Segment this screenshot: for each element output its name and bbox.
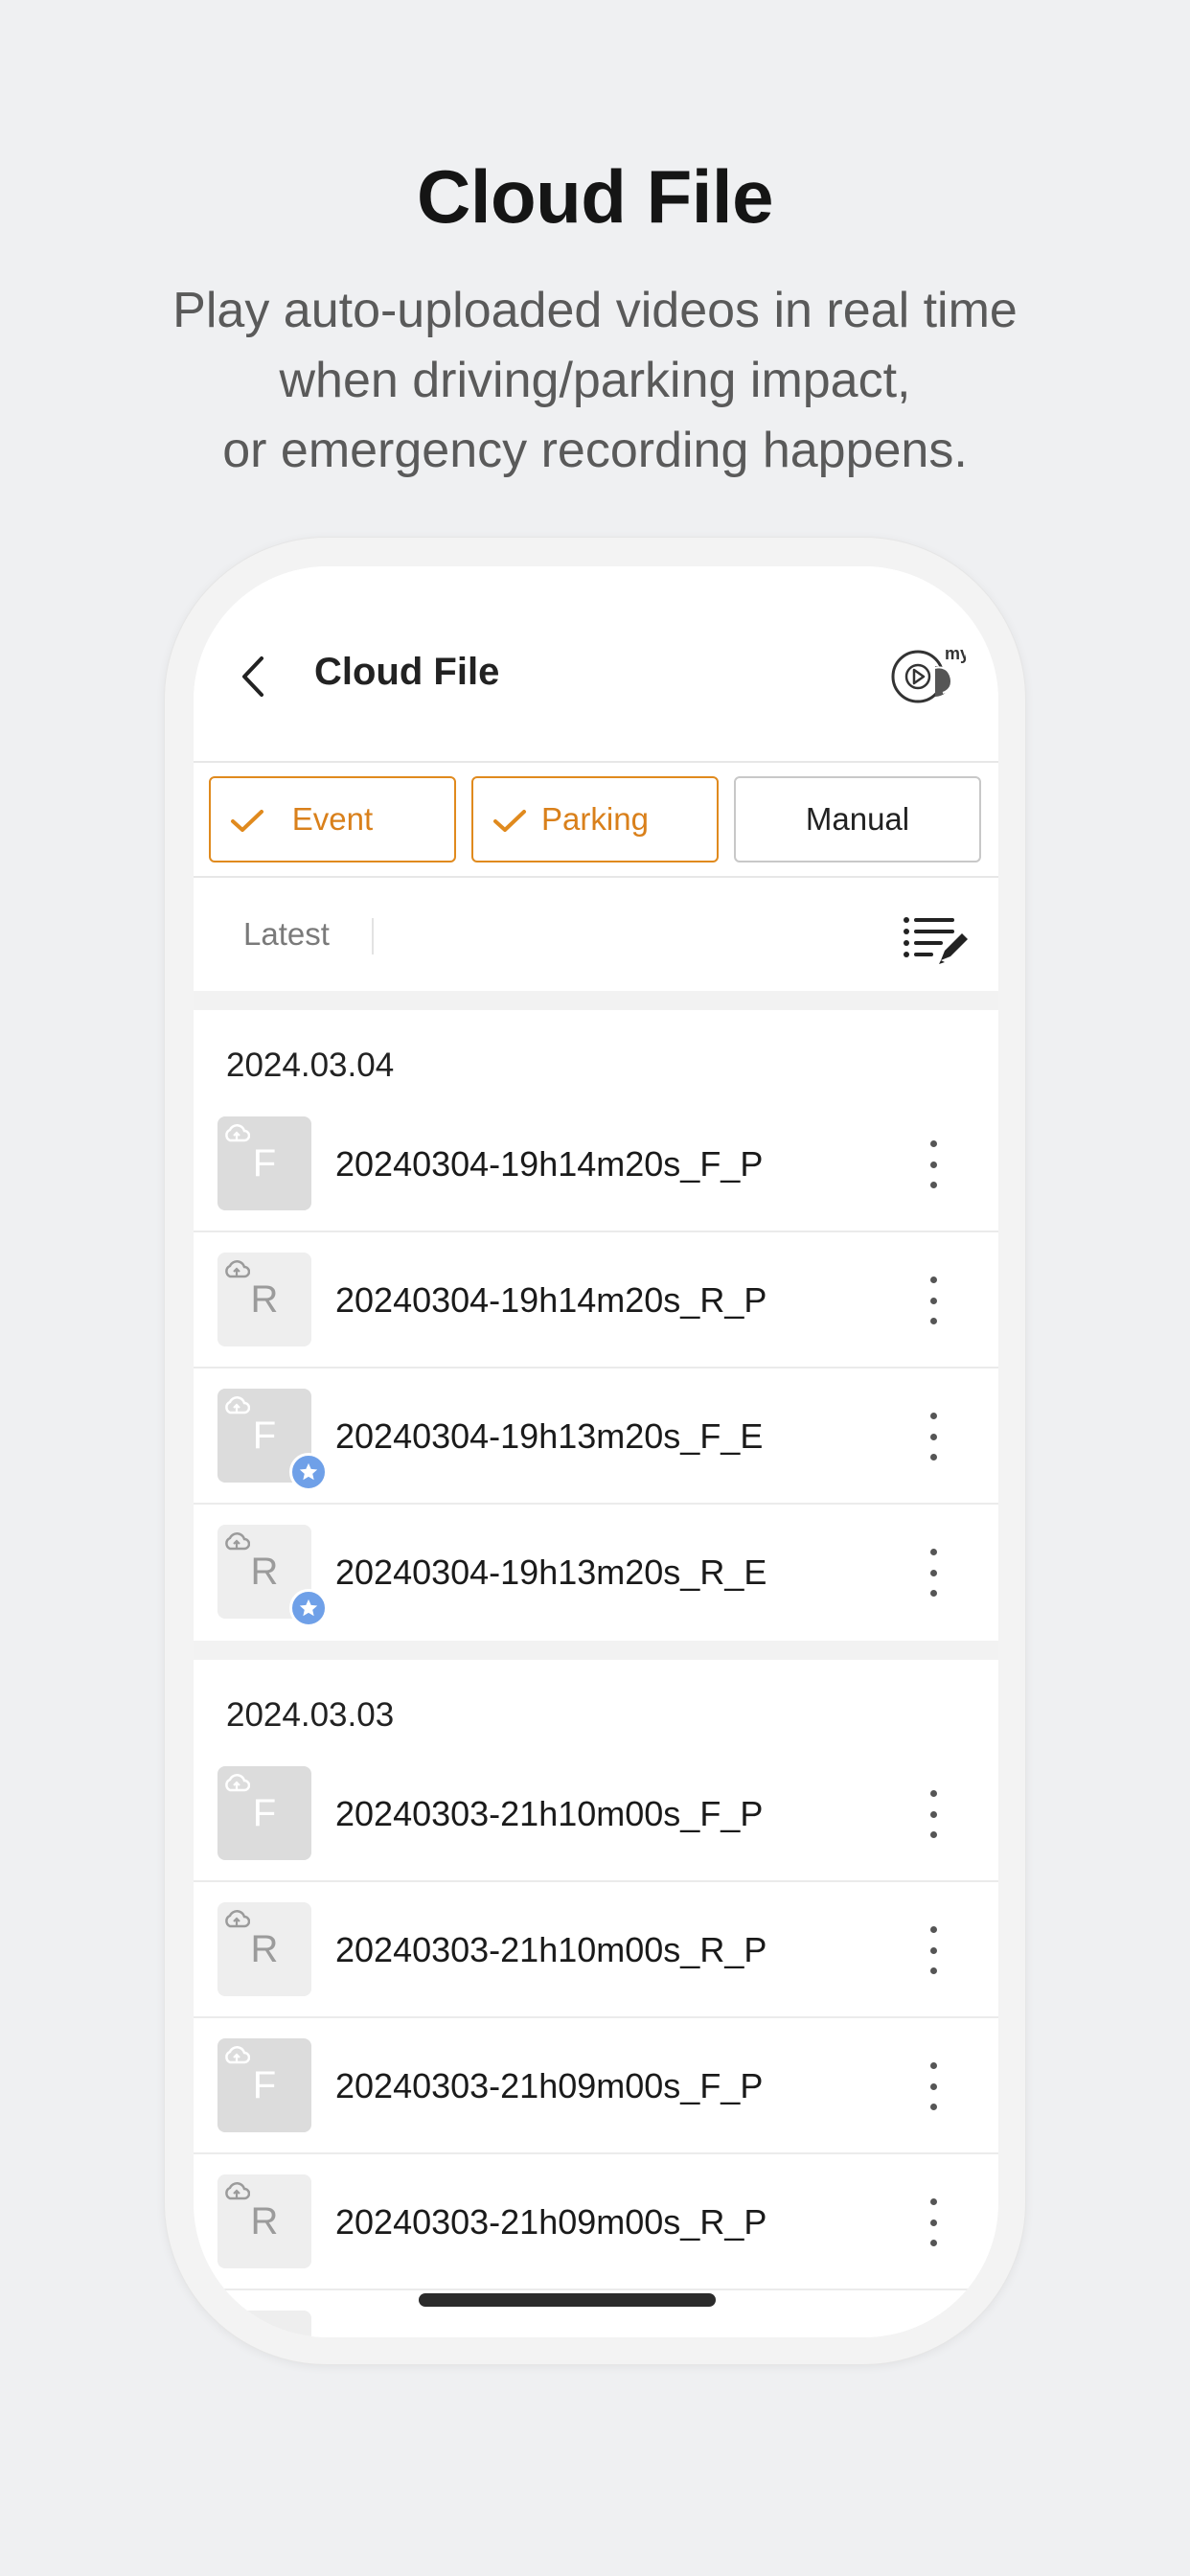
file-name: 20240304-19h13m20s_R_E [335, 1552, 767, 1592]
more-options-button[interactable] [914, 1267, 952, 1334]
filter-manual-chip[interactable]: Manual [734, 776, 981, 862]
file-name: 20240303-21h10m00s_F_P [335, 1794, 764, 1833]
file-row[interactable]: F 20240304-19h13m20s_F_E [194, 1368, 998, 1505]
phone-frame: Cloud File my Event Parking Manual Lates… [164, 537, 1026, 2365]
file-name: 20240303-21h09m00s_R_P [335, 2202, 767, 2242]
rear-thumbnail [217, 2311, 311, 2337]
star-icon [299, 1462, 318, 1481]
file-row[interactable]: R 20240304-19h14m20s_R_P [194, 1232, 998, 1368]
sort-bar: Latest [194, 878, 998, 991]
star-badge [289, 1453, 328, 1491]
file-row[interactable]: R 20240303-21h10m00s_R_P [194, 1882, 998, 2018]
home-indicator[interactable] [419, 2293, 716, 2307]
more-options-button[interactable] [914, 1131, 952, 1198]
file-name: 20240303-21h09m00s_F_P [335, 2066, 764, 2105]
my-play-button[interactable]: my [889, 641, 970, 708]
promo-subtitle-line: when driving/parking impact, [279, 353, 911, 408]
thumb-letter: F [252, 1414, 277, 1457]
thumb-letter: R [250, 1550, 279, 1593]
filter-label: Event [291, 801, 374, 837]
group-date: 2024.03.04 [226, 1046, 395, 1084]
more-options-button[interactable] [914, 1917, 952, 1984]
rear-thumbnail: R [217, 1902, 311, 1996]
star-icon [299, 1598, 318, 1617]
file-row[interactable]: F 20240304-19h14m20s_F_P [194, 1096, 998, 1232]
cloud-upload-icon [225, 1260, 250, 1278]
edit-list-button[interactable] [903, 914, 970, 968]
section-divider [194, 991, 998, 1010]
cloud-upload-icon [225, 1774, 250, 1792]
file-name: 20240303-21h10m00s_R_P [335, 1930, 767, 1969]
promo-subtitle-line: Play auto-uploaded videos in real time [172, 283, 1018, 338]
rear-thumbnail: R [217, 2174, 311, 2268]
list-edit-icon [904, 917, 968, 964]
file-row[interactable]: F 20240303-21h09m00s_F_P [194, 2018, 998, 2154]
front-thumbnail: F [217, 2038, 311, 2132]
file-name: 20240304-19h14m20s_R_P [335, 1280, 767, 1320]
app-screen: Cloud File my Event Parking Manual Lates… [194, 566, 998, 2337]
filter-bar: Event Parking Manual [194, 763, 998, 878]
more-options-button[interactable] [914, 2053, 952, 2120]
logo-badge: my [945, 644, 966, 663]
filter-label: Parking [541, 801, 649, 837]
file-name: 20240304-19h13m20s_F_E [335, 1416, 764, 1456]
filter-event-chip[interactable]: Event [209, 776, 456, 862]
thumb-letter: F [252, 1141, 277, 1184]
back-button[interactable] [224, 643, 282, 710]
file-name: 20240304-19h14m20s_F_P [335, 1144, 764, 1184]
promo-title: Cloud File [417, 154, 773, 239]
check-icon [493, 810, 526, 832]
rear-thumbnail: R [217, 1253, 311, 1346]
filter-parking-chip[interactable]: Parking [471, 776, 719, 862]
sort-latest-button[interactable]: Latest [243, 916, 330, 953]
thumb-letter: F [252, 1791, 277, 1834]
cloud-upload-icon [225, 1532, 250, 1551]
app-bar: Cloud File my [194, 566, 998, 763]
cloud-upload-icon [225, 1910, 250, 1928]
promo-subtitle: Play auto-uploaded videos in real time w… [0, 276, 1190, 486]
file-row[interactable]: R 20240303-21h09m00s_R_P [194, 2154, 998, 2290]
front-thumbnail: F [217, 1766, 311, 1860]
more-options-button[interactable] [914, 1539, 952, 1606]
front-thumbnail: F [217, 1116, 311, 1210]
date-group: 2024.03.04 F 20240304-19h14m20s_F_P R 20… [194, 1010, 998, 1641]
more-options-button[interactable] [914, 2189, 952, 2256]
thumb-letter: R [250, 2199, 279, 2242]
promo-subtitle-line: or emergency recording happens. [222, 423, 968, 478]
my-play-logo-icon: my [891, 644, 970, 703]
filter-label: Manual [805, 801, 910, 837]
thumb-letter: R [250, 1927, 279, 1970]
thumb-letter: F [252, 2063, 277, 2106]
chevron-left-icon [242, 656, 263, 697]
cloud-upload-icon [225, 2046, 250, 2064]
cloud-upload-icon [225, 2182, 250, 2200]
group-date: 2024.03.03 [226, 1696, 395, 1734]
divider [372, 918, 374, 954]
more-options-button[interactable] [914, 1781, 952, 1848]
file-row[interactable]: R 20240304-19h13m20s_R_E [194, 1505, 998, 1641]
cloud-upload-icon [225, 1396, 250, 1414]
cloud-upload-icon [225, 1124, 250, 1142]
section-divider [194, 1641, 998, 1660]
check-icon [231, 810, 263, 832]
more-options-button[interactable] [914, 1403, 952, 1470]
star-badge [289, 1589, 328, 1627]
date-group: 2024.03.03 F 20240303-21h10m00s_F_P R 20… [194, 1660, 998, 2337]
thumb-letter: R [250, 1277, 279, 1321]
screen-title: Cloud File [314, 651, 500, 693]
file-row[interactable]: F 20240303-21h10m00s_F_P [194, 1746, 998, 1882]
